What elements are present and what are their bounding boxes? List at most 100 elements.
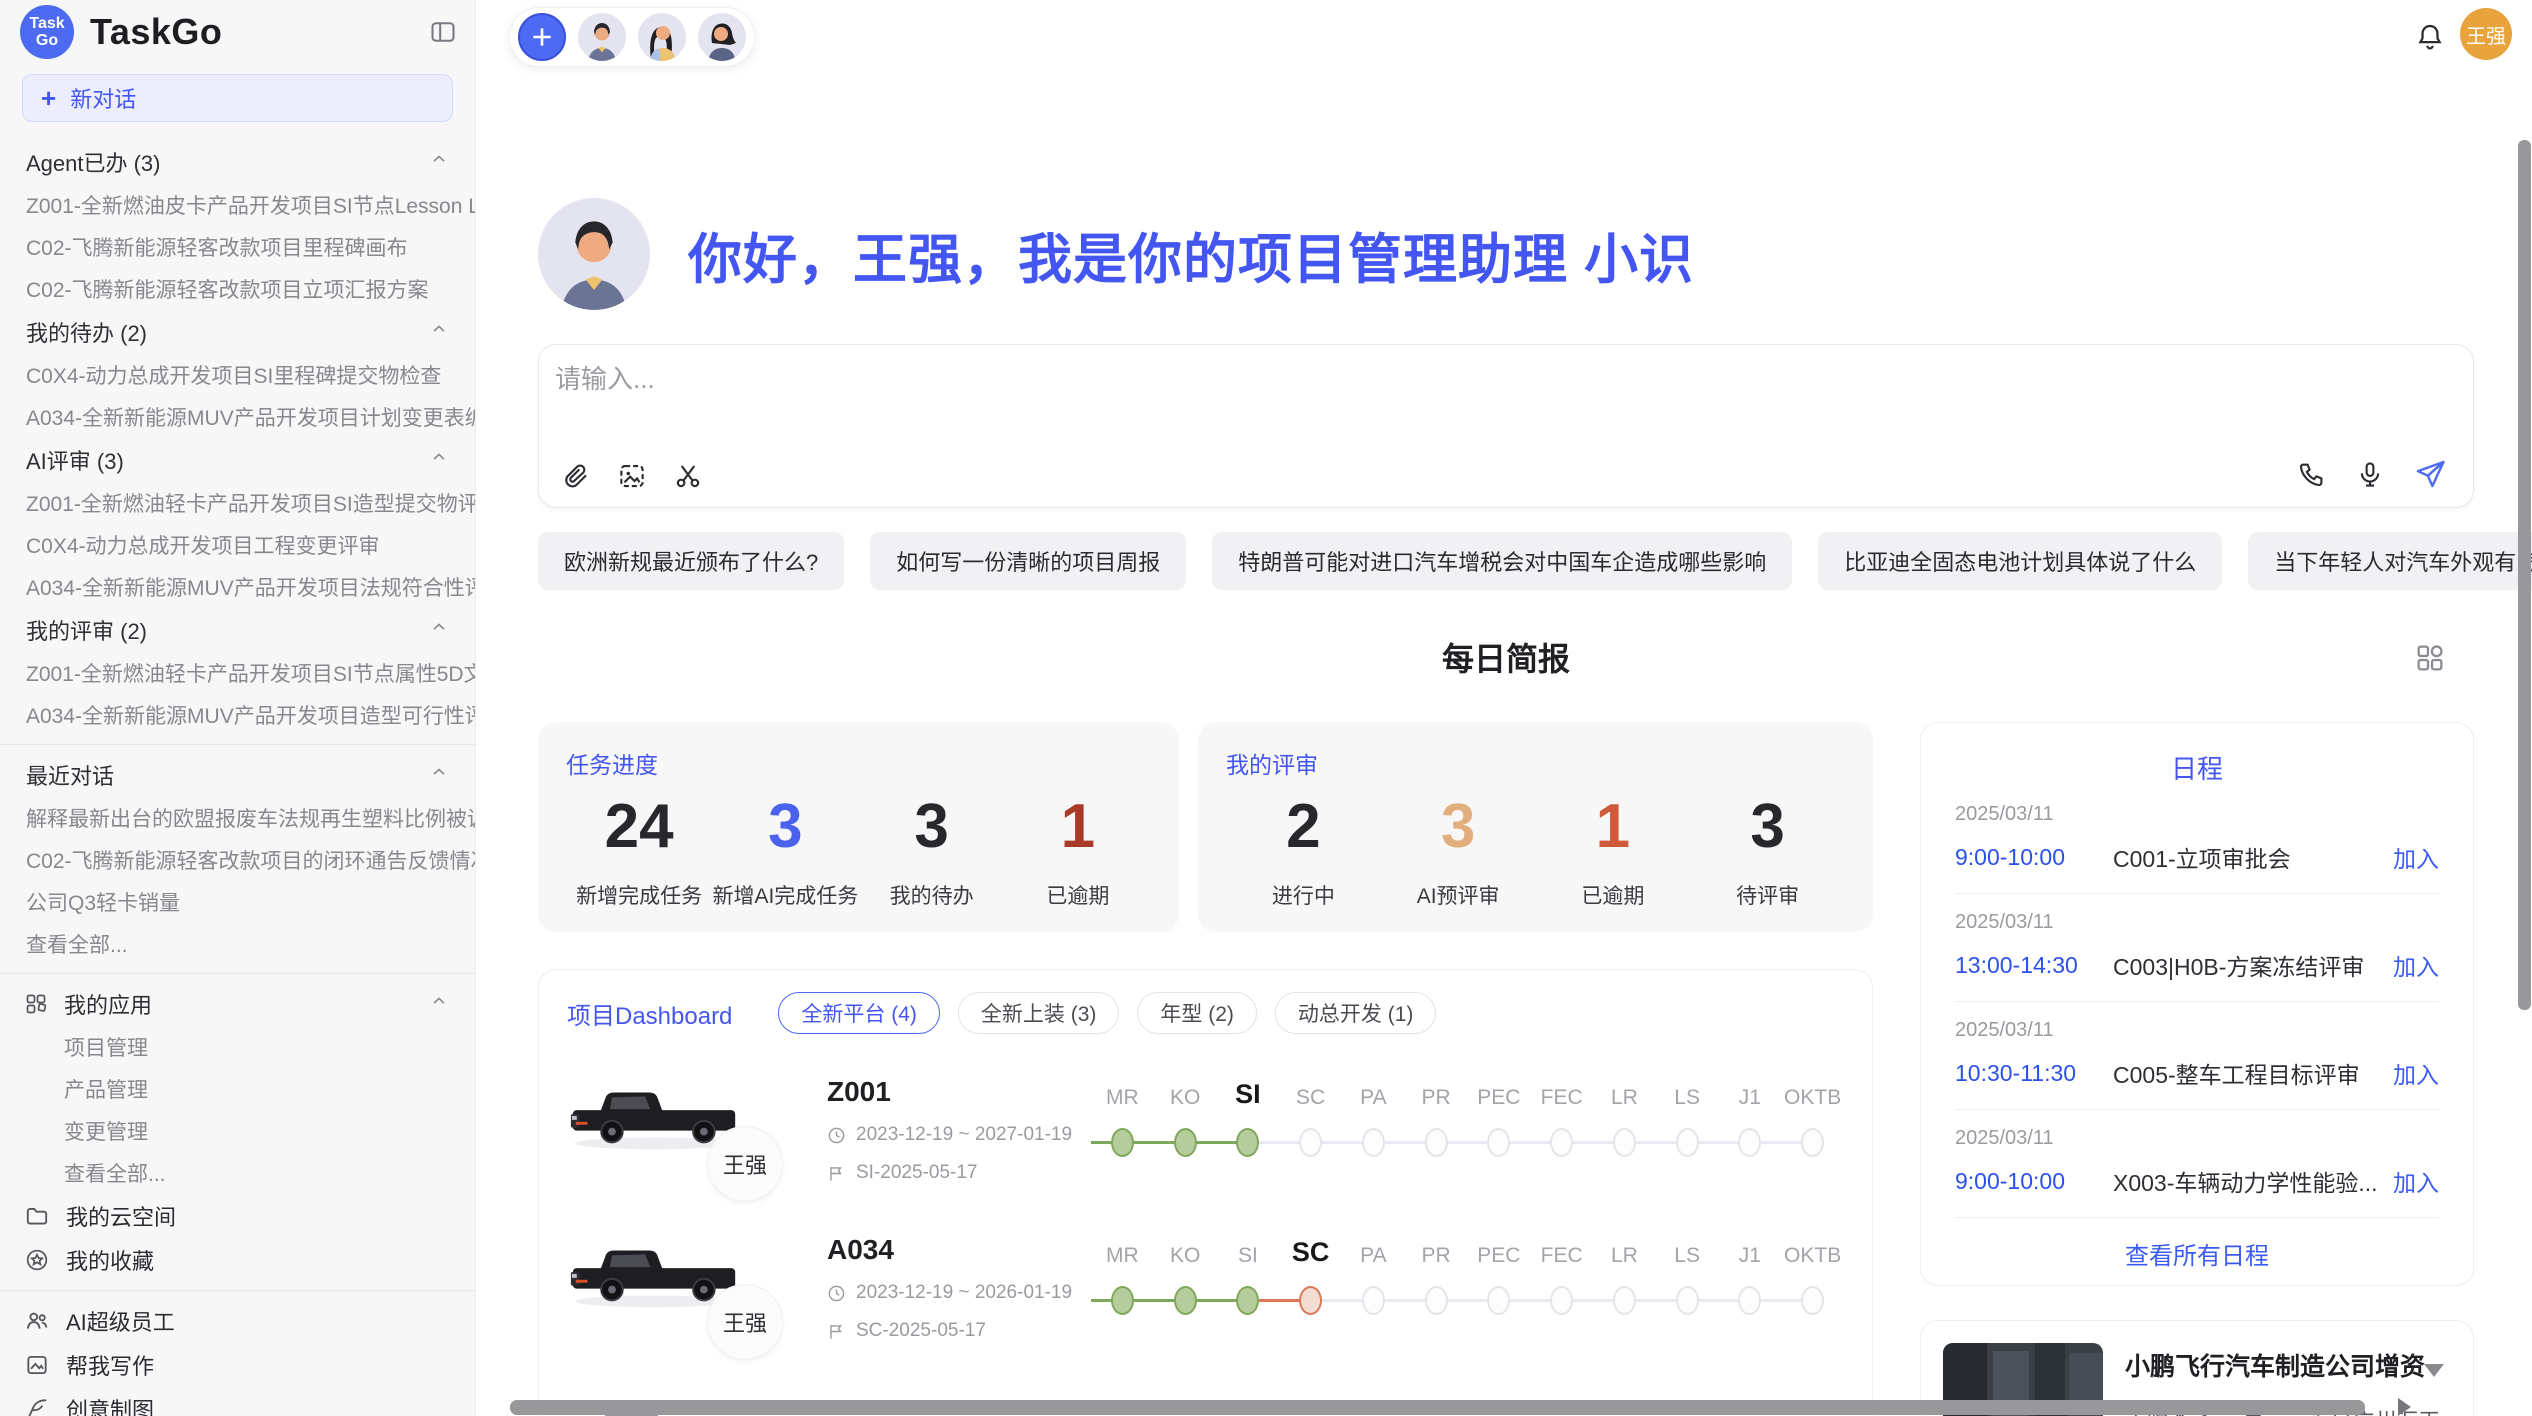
sidebar-app-item[interactable]: 变更管理: [0, 1110, 475, 1152]
stat-label: AI预评审: [1381, 880, 1536, 910]
view-all-schedule-link[interactable]: 查看所有日程: [1955, 1236, 2439, 1271]
add-agent-button[interactable]: [518, 13, 566, 61]
milestone-node: [1593, 1282, 1656, 1318]
milestone-dot: [1613, 1286, 1636, 1315]
microphone-icon[interactable]: [2355, 459, 2385, 489]
join-link[interactable]: 加入: [2393, 1164, 2439, 1198]
sidebar-app-item[interactable]: 项目管理: [0, 1026, 475, 1068]
project-row[interactable]: 王强 Z001 2023-12-19 ~ 2027-01-19: [567, 1074, 1844, 1232]
scroll-right-arrow[interactable]: [2398, 1398, 2411, 1416]
stat-label: 已逾期: [1005, 880, 1151, 910]
stat-label: 已逾期: [1536, 880, 1691, 910]
suggestion-chip[interactable]: 如何写一份清晰的项目周报: [870, 532, 1186, 590]
star-badge-icon: [24, 1247, 50, 1273]
sidebar-item[interactable]: A034-全新新能源MUV产品开发项目法规符合性评审: [0, 566, 475, 608]
sidebar-item[interactable]: Z001-全新燃油轻卡产品开发项目SI造型提交物评审: [0, 482, 475, 524]
scissors-icon[interactable]: [673, 461, 703, 491]
sidebar-item[interactable]: 公司Q3轻卡销量: [0, 881, 475, 923]
stat-item: 1已逾期: [1536, 790, 1691, 910]
sidebar-item-my-apps[interactable]: 我的应用: [0, 982, 475, 1026]
user-avatar[interactable]: 王强: [2460, 8, 2512, 60]
sidebar-item[interactable]: C0X4-动力总成开发项目SI里程碑提交物检查: [0, 354, 475, 396]
milestone-label: SC: [1279, 1086, 1342, 1110]
sidebar-item[interactable]: C02-飞腾新能源轻客改款项目的闭环通告反馈情况: [0, 839, 475, 881]
join-link[interactable]: 加入: [2393, 948, 2439, 982]
sidebar-item[interactable]: C02-飞腾新能源轻客改款项目立项汇报方案: [0, 268, 475, 310]
sidebar-item-help-write[interactable]: 帮我写作: [0, 1343, 475, 1387]
dashboard-filter-pill[interactable]: 全新上装 (3): [958, 992, 1120, 1034]
sidebar-item[interactable]: Z001-全新燃油皮卡产品开发项目SI节点Lesson Learn报告: [0, 184, 475, 226]
image-upload-icon[interactable]: [617, 461, 647, 491]
project-owner-badge: 王强: [707, 1126, 783, 1202]
dashboard-filter-pill[interactable]: 动总开发 (1): [1275, 992, 1437, 1034]
stat-item: 3 AI预评审: [1381, 790, 1536, 910]
sidebar-section-header-recent[interactable]: 最近对话: [0, 753, 475, 797]
chevron-up-icon[interactable]: [429, 991, 449, 1017]
milestone-node: [1781, 1124, 1844, 1160]
owner-name: 王强: [723, 1148, 767, 1180]
sidebar-section-header[interactable]: 我的评审 (2): [0, 608, 475, 652]
vertical-scrollbar[interactable]: [2518, 140, 2531, 1010]
project-row[interactable]: 王强 A034 2023-12-19 ~ 2026-01-19: [567, 1232, 1844, 1390]
suggestion-chip[interactable]: 比亚迪全固态电池计划具体说了什么: [1818, 532, 2222, 590]
sidebar-section-header[interactable]: AI评审 (3): [0, 438, 475, 482]
sidebar-item[interactable]: 查看全部...: [0, 923, 475, 965]
sidebar-item[interactable]: C02-飞腾新能源轻客改款项目里程碑画布: [0, 226, 475, 268]
stat-value: 3: [1690, 790, 1845, 864]
sidebar-section-header[interactable]: 我的待办 (2): [0, 310, 475, 354]
project-dashboard-card: 项目Dashboard 全新平台 (4)全新上装 (3)年型 (2)动总开发 (…: [538, 969, 1873, 1416]
layout-grid-icon[interactable]: [2414, 642, 2446, 679]
chevron-up-icon[interactable]: [429, 447, 449, 473]
sidebar-item-ai-super-staff[interactable]: AI超级员工: [0, 1299, 475, 1343]
sidebar-app-item[interactable]: 查看全部...: [0, 1152, 475, 1194]
event-name: C003|H0B-方案冻结评审: [2113, 948, 2381, 982]
sidebar-section-header[interactable]: Agent已办 (3): [0, 140, 475, 184]
suggestion-chip[interactable]: 欧洲新规最近颁布了什么?: [538, 532, 844, 590]
milestone-node: [1468, 1282, 1531, 1318]
sidebar-item[interactable]: C0X4-动力总成开发项目工程变更评审: [0, 524, 475, 566]
sidebar-item-favorites[interactable]: 我的收藏: [0, 1238, 475, 1282]
new-chat-button[interactable]: + 新对话: [22, 74, 453, 122]
sidebar-item-cloud-space[interactable]: 我的云空间: [0, 1194, 475, 1238]
suggestion-chip[interactable]: 当下年轻人对汽车外观有怎样的喜好趋势: [2248, 532, 2532, 590]
milestone-dot: [1676, 1128, 1699, 1157]
join-link[interactable]: 加入: [2393, 1056, 2439, 1090]
milestone-dot: [1362, 1128, 1385, 1157]
sidebar-item[interactable]: A034-全新新能源MUV产品开发项目计划变更表编写: [0, 396, 475, 438]
milestone-track: MRKOSISCPAPRPECFECLRLSJ1OKTB: [1091, 1074, 1844, 1160]
dashboard-header: 项目Dashboard 全新平台 (4)全新上装 (3)年型 (2)动总开发 (…: [567, 992, 1844, 1034]
sidebar-item[interactable]: A034-全新新能源MUV产品开发项目造型可行性评审: [0, 694, 475, 736]
send-icon[interactable]: [2413, 457, 2447, 491]
suggestion-chip[interactable]: 特朗普可能对进口汽车增税会对中国车企造成哪些影响: [1212, 532, 1792, 590]
chevron-up-icon[interactable]: [429, 319, 449, 345]
stat-value: 3: [1381, 790, 1536, 864]
scroll-down-arrow[interactable]: [2424, 1364, 2444, 1377]
app-title: TaskGo: [90, 11, 222, 53]
agent-avatar-3[interactable]: [698, 13, 746, 61]
agent-avatar-2[interactable]: [638, 13, 686, 61]
attachment-icon[interactable]: [561, 461, 591, 491]
join-link[interactable]: 加入: [2393, 840, 2439, 874]
chevron-up-icon[interactable]: [429, 617, 449, 643]
horizontal-scrollbar[interactable]: [510, 1400, 2365, 1415]
flag-icon: [827, 1164, 846, 1183]
sidebar-item[interactable]: 解释最新出台的欧盟报废车法规再生塑料比例被调至15%...: [0, 797, 475, 839]
input-tools: [561, 461, 703, 491]
milestone-node: [1279, 1124, 1342, 1160]
dashboard-filter-pill[interactable]: 年型 (2): [1137, 992, 1257, 1034]
milestone-dot: [1111, 1286, 1134, 1315]
agent-avatar-1[interactable]: [578, 13, 626, 61]
sidebar-item-creative-drawing[interactable]: 创意制图: [0, 1387, 475, 1416]
chevron-up-icon[interactable]: [429, 149, 449, 175]
dashboard-filter-pill[interactable]: 全新平台 (4): [778, 992, 940, 1034]
sidebar-collapse-icon[interactable]: [429, 18, 457, 51]
chat-input[interactable]: [555, 359, 2255, 429]
milestone-label: PR: [1405, 1244, 1468, 1268]
phone-call-icon[interactable]: [2297, 459, 2327, 489]
sidebar-app-item[interactable]: 产品管理: [0, 1068, 475, 1110]
chevron-up-icon[interactable]: [429, 762, 449, 788]
sidebar-item[interactable]: Z001-全新燃油轻卡产品开发项目SI节点属性5D文件评审: [0, 652, 475, 694]
milestone-dot: [1487, 1286, 1510, 1315]
left-column: 任务进度 24新增完成任务3新增AI完成任务3我的待办1已逾期 我的评审 2进行…: [538, 722, 1873, 1416]
notification-bell-icon[interactable]: [2414, 20, 2446, 57]
